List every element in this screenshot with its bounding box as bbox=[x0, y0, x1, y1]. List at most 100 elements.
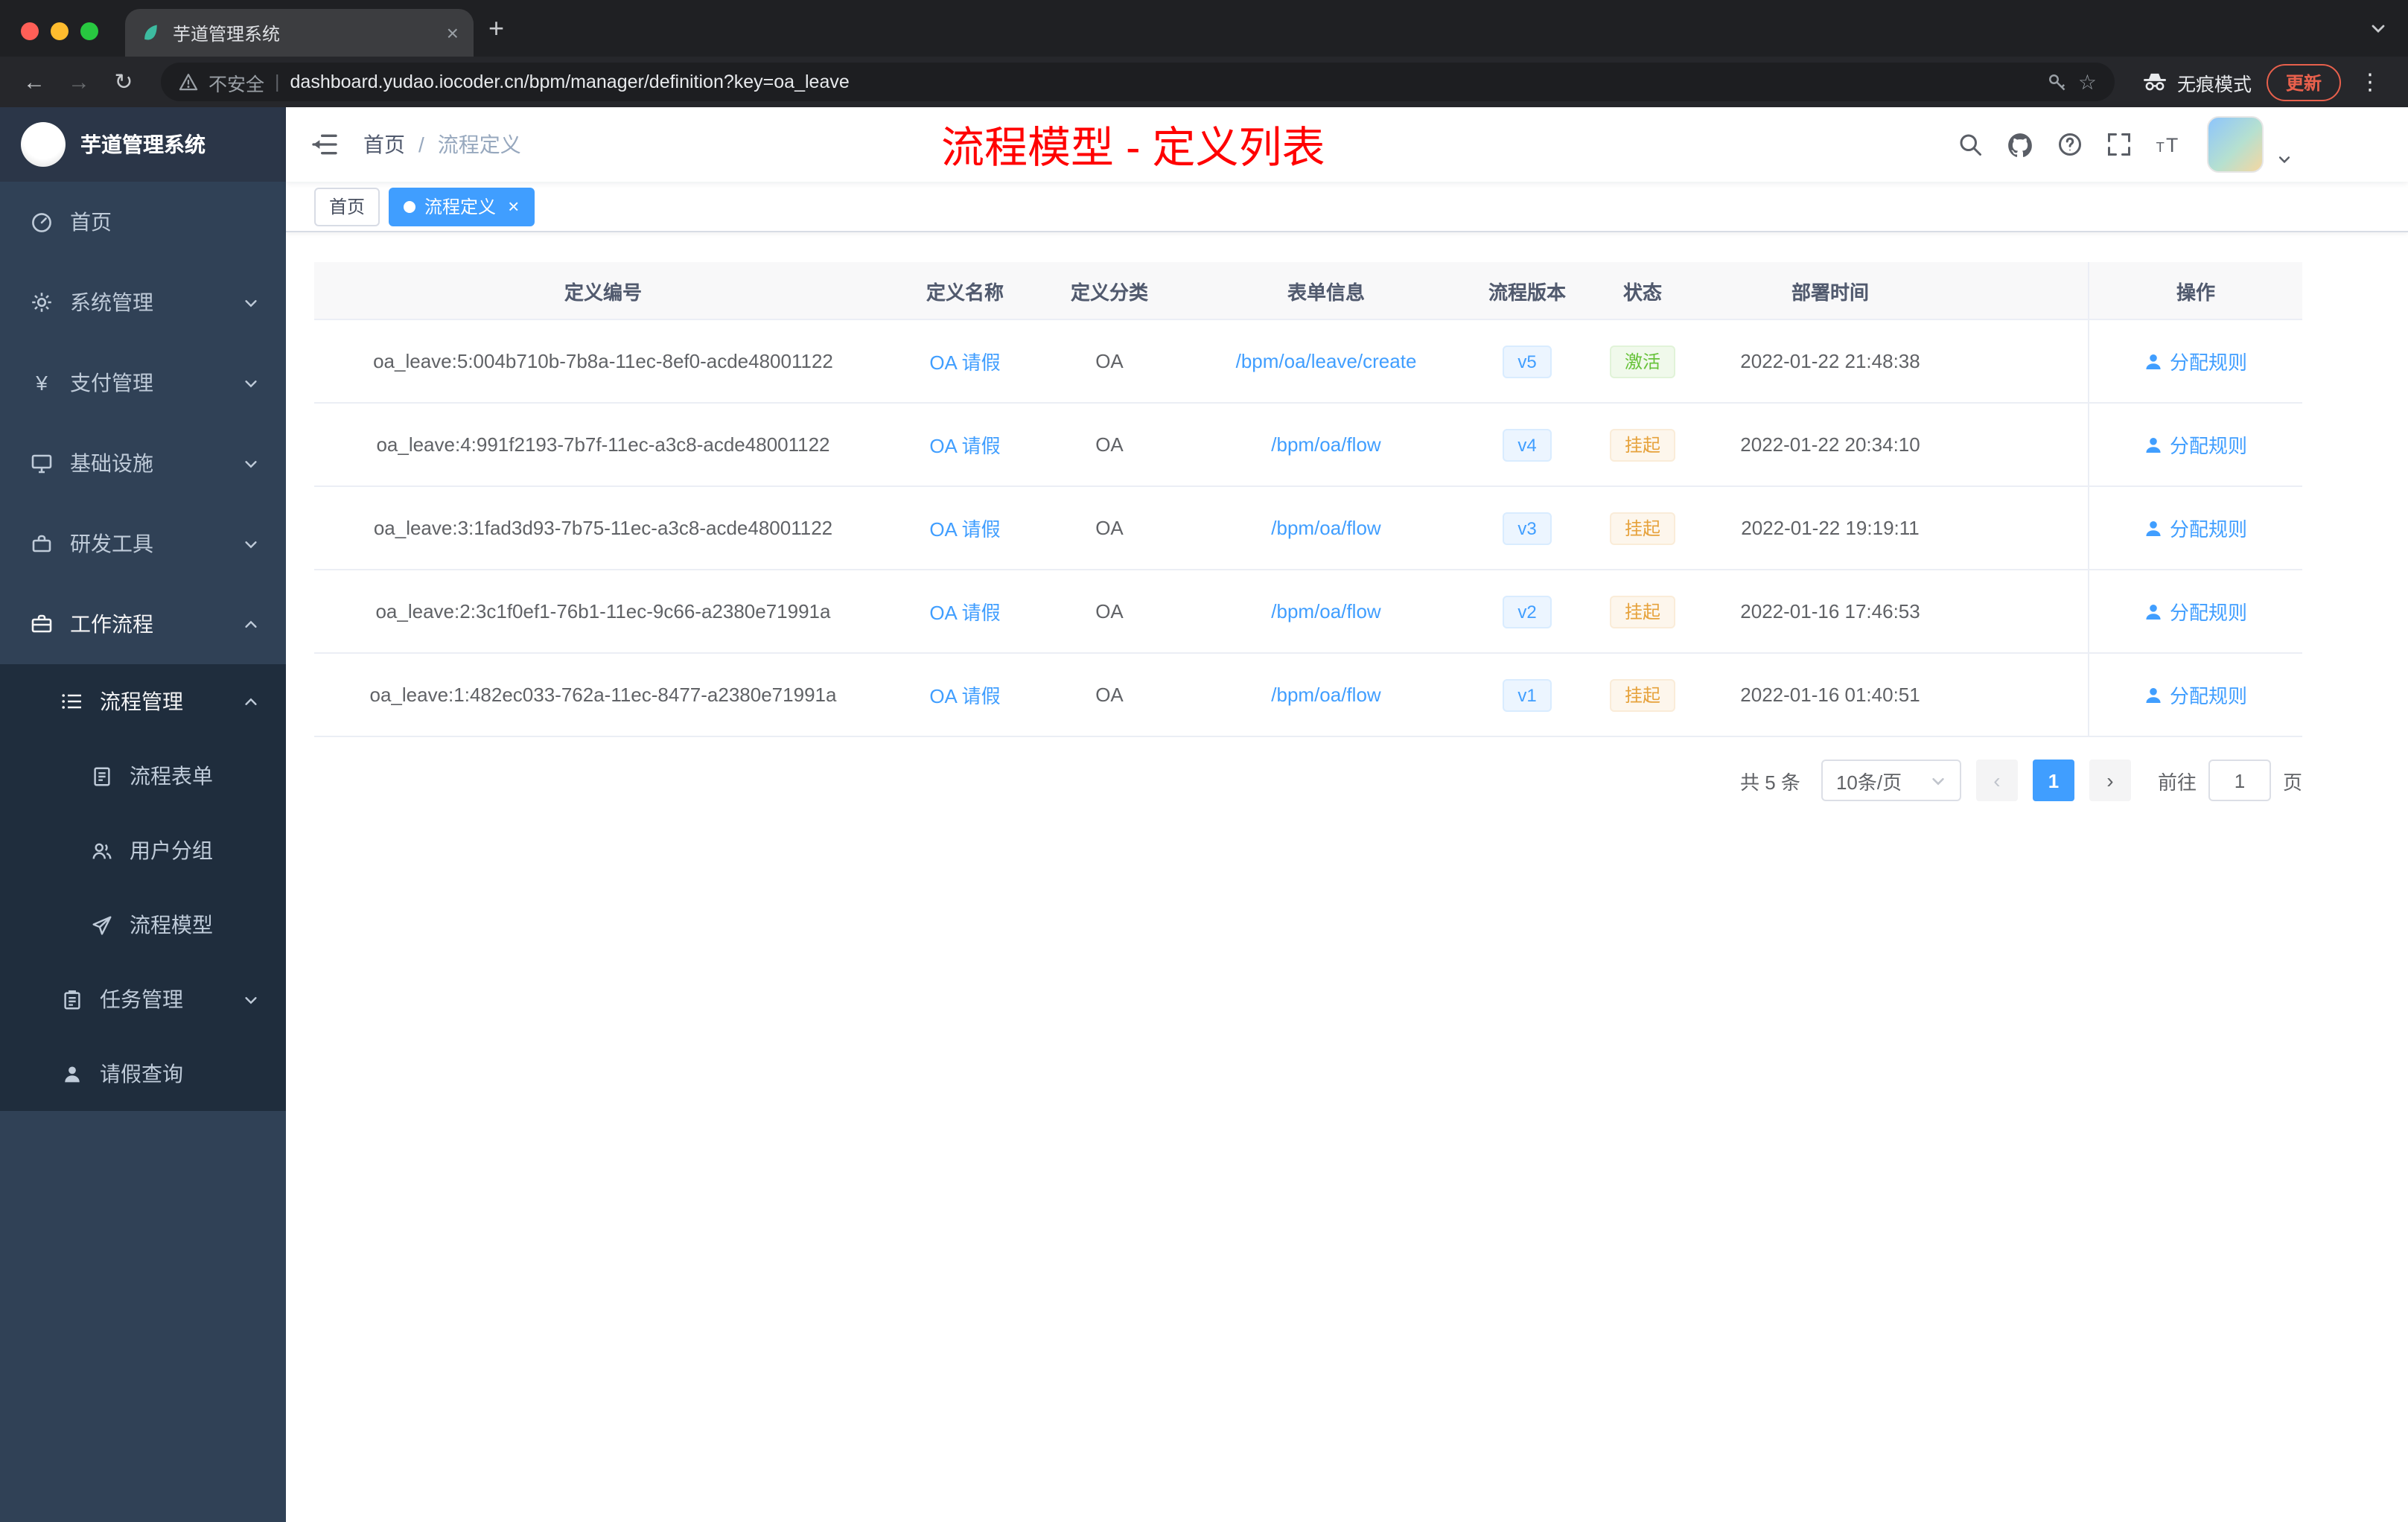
address-bar[interactable]: 不安全 | dashboard.yudao.iocoder.cn/bpm/man… bbox=[161, 63, 2115, 101]
page-size-select[interactable]: 10条/页 bbox=[1821, 760, 1961, 801]
col-definition-name: 定义名称 bbox=[926, 281, 1004, 303]
minimize-window-button[interactable] bbox=[51, 22, 69, 40]
assign-rule-link[interactable]: 分配规则 bbox=[2144, 347, 2247, 375]
sidebar-item-process-form[interactable]: 流程表单 bbox=[0, 739, 286, 813]
bookmark-star-icon[interactable]: ☆ bbox=[2078, 69, 2097, 95]
cell-version: v3 bbox=[1471, 487, 1583, 569]
form-link[interactable]: /bpm/oa/flow bbox=[1271, 433, 1380, 456]
chevron-down-icon bbox=[243, 294, 259, 311]
cell-category: OA bbox=[1095, 517, 1124, 539]
sidebar-item-process-model[interactable]: 流程模型 bbox=[0, 888, 286, 962]
cell-status: 挂起 bbox=[1583, 570, 1702, 652]
person-icon bbox=[2146, 520, 2161, 535]
security-label[interactable]: 不安全 bbox=[208, 68, 264, 96]
prev-page-button[interactable]: ‹ bbox=[1975, 760, 2018, 801]
form-link[interactable]: /bpm/oa/flow bbox=[1271, 517, 1380, 539]
tab-title: 芋道管理系统 bbox=[173, 23, 281, 44]
sidebar-item-infrastructure[interactable]: 基础设施 bbox=[0, 423, 286, 503]
page-1-button[interactable]: 1 bbox=[2032, 760, 2074, 801]
sidebar: 芋道管理系统 首页 系统管理 ¥ 支付管理 基础设施 研发工具 工作流程 流程管… bbox=[0, 107, 286, 1522]
cell-deploy-time: 2022-01-22 20:34:10 bbox=[1740, 433, 1920, 456]
url-text[interactable]: dashboard.yudao.iocoder.cn/bpm/manager/d… bbox=[290, 71, 2036, 92]
forward-button[interactable]: → bbox=[60, 69, 98, 95]
col-definition-id: 定义编号 bbox=[564, 281, 642, 303]
assign-rule-label: 分配规则 bbox=[2169, 602, 2247, 624]
sidebar-item-system[interactable]: 系统管理 bbox=[0, 262, 286, 343]
assign-rule-link[interactable]: 分配规则 bbox=[2144, 681, 2247, 709]
navbar-icons: TT bbox=[1957, 116, 2292, 173]
assign-rule-link[interactable]: 分配规则 bbox=[2144, 430, 2247, 459]
reload-button[interactable]: ↻ bbox=[104, 69, 143, 95]
tag-process-definition[interactable]: 流程定义 × bbox=[389, 187, 535, 226]
sidebar-item-home[interactable]: 首页 bbox=[0, 182, 286, 262]
tag-home[interactable]: 首页 bbox=[314, 187, 380, 226]
tab-close-icon[interactable]: × bbox=[447, 21, 459, 45]
tab-search-icon[interactable] bbox=[2369, 19, 2408, 37]
github-icon[interactable] bbox=[2006, 130, 2034, 159]
sidebar-item-task-management[interactable]: 任务管理 bbox=[0, 962, 286, 1037]
goto-page-input[interactable] bbox=[2208, 760, 2271, 801]
definition-name-link[interactable]: OA 请假 bbox=[929, 597, 1000, 625]
cell-form-info: /bpm/oa/flow bbox=[1181, 487, 1471, 569]
list-icon bbox=[60, 690, 83, 713]
update-browser-button[interactable]: 更新 bbox=[2266, 63, 2341, 101]
status-badge: 激活 bbox=[1609, 345, 1675, 378]
tags-view-bar: 首页 流程定义 × bbox=[286, 182, 2408, 232]
browser-toolbar: ← → ↻ 不安全 | dashboard.yudao.iocoder.cn/b… bbox=[0, 57, 2408, 107]
sidebar-item-payment[interactable]: ¥ 支付管理 bbox=[0, 343, 286, 423]
avatar-caret-icon[interactable] bbox=[2277, 152, 2292, 167]
goto-page: 前往 页 bbox=[2158, 760, 2302, 801]
assign-rule-link[interactable]: 分配规则 bbox=[2144, 597, 2247, 625]
browser-tab[interactable]: 芋道管理系统 × bbox=[125, 9, 474, 57]
next-page-button[interactable]: › bbox=[2089, 760, 2131, 801]
back-button[interactable]: ← bbox=[15, 69, 54, 95]
cell-form-info: /bpm/oa/flow bbox=[1181, 404, 1471, 485]
toolbox-icon bbox=[30, 532, 54, 555]
tag-close-icon[interactable]: × bbox=[508, 195, 519, 217]
sidebar-toggle-icon[interactable] bbox=[310, 130, 340, 159]
form-link[interactable]: /bpm/oa/flow bbox=[1271, 600, 1380, 623]
user-avatar[interactable] bbox=[2207, 116, 2264, 173]
definition-name-link[interactable]: OA 请假 bbox=[929, 514, 1000, 542]
cell-form-info: /bpm/oa/flow bbox=[1181, 570, 1471, 652]
sidebar-item-label: 基础设施 bbox=[70, 451, 153, 475]
definition-name-link[interactable]: OA 请假 bbox=[929, 430, 1000, 459]
fullscreen-icon[interactable] bbox=[2106, 131, 2133, 158]
sidebar-item-leave-query[interactable]: 请假查询 bbox=[0, 1037, 286, 1111]
definition-name-link[interactable]: OA 请假 bbox=[929, 681, 1000, 709]
page-size-value: 10条/页 bbox=[1835, 771, 1902, 793]
sidebar-item-process-management[interactable]: 流程管理 bbox=[0, 664, 286, 739]
search-icon[interactable] bbox=[1957, 131, 1984, 158]
font-size-icon[interactable]: TT bbox=[2155, 131, 2185, 158]
assign-rule-label: 分配规则 bbox=[2169, 351, 2247, 374]
help-icon[interactable] bbox=[2057, 131, 2083, 158]
sidebar-item-user-group[interactable]: 用户分组 bbox=[0, 813, 286, 888]
breadcrumb-home[interactable]: 首页 bbox=[363, 130, 405, 159]
sidebar-item-workflow[interactable]: 工作流程 bbox=[0, 584, 286, 664]
sidebar-logo[interactable]: 芋道管理系统 bbox=[0, 107, 286, 182]
definition-name-link[interactable]: OA 请假 bbox=[929, 347, 1000, 375]
cell-deploy-time: 2022-01-22 21:48:38 bbox=[1740, 350, 1920, 372]
col-action: 操作 bbox=[2088, 262, 2302, 319]
table-header: 定义编号 定义名称 定义分类 表单信息 流程版本 状态 部署时间 操作 bbox=[314, 262, 2302, 320]
briefcase-icon bbox=[30, 612, 54, 636]
col-version: 流程版本 bbox=[1488, 281, 1566, 303]
password-key-icon[interactable] bbox=[2047, 71, 2068, 92]
close-window-button[interactable] bbox=[21, 22, 39, 40]
sidebar-item-devtools[interactable]: 研发工具 bbox=[0, 503, 286, 584]
assign-rule-link[interactable]: 分配规则 bbox=[2144, 514, 2247, 542]
new-tab-button[interactable]: + bbox=[474, 13, 519, 44]
form-link[interactable]: /bpm/oa/flow bbox=[1271, 684, 1380, 706]
breadcrumb-separator: / bbox=[418, 133, 424, 156]
site-favicon-icon bbox=[144, 25, 157, 40]
cell-definition-id: oa_leave:3:1fad3d93-7b75-11ec-a3c8-acde4… bbox=[373, 517, 833, 539]
person-icon bbox=[2146, 437, 2161, 452]
zoom-window-button[interactable] bbox=[80, 22, 98, 40]
sidebar-item-label: 用户分组 bbox=[130, 838, 213, 862]
browser-menu-icon[interactable]: ⋮ bbox=[2347, 69, 2393, 95]
form-link[interactable]: /bpm/oa/leave/create bbox=[1236, 350, 1417, 372]
browser-window: 芋道管理系统 × + ← → ↻ 不安全 | dashboard.yudao.i… bbox=[0, 0, 2408, 1522]
chevron-up-icon bbox=[243, 693, 259, 710]
status-badge: 挂起 bbox=[1609, 512, 1675, 544]
sidebar-item-label: 流程模型 bbox=[130, 913, 213, 937]
